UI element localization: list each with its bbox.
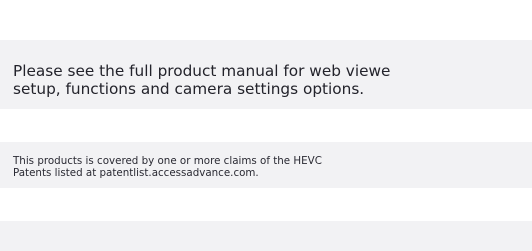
manual-notice-line-2: setup, functions and camera settings opt… bbox=[13, 80, 365, 98]
manual-notice-line-1: Please see the full product manual for w… bbox=[13, 62, 391, 80]
manual-notice-panel: Please see the full product manual for w… bbox=[0, 40, 532, 109]
patent-notice-line-1: This products is covered by one or more … bbox=[13, 155, 322, 167]
patent-notice-line-2: Patents listed at patentlist.accessadvan… bbox=[13, 166, 259, 179]
manual-notice-text: Please see the full product manual for w… bbox=[13, 62, 532, 98]
patent-notice-text: This products is covered by one or more … bbox=[13, 155, 532, 179]
footer-panel bbox=[0, 221, 532, 251]
patent-notice-panel: This products is covered by one or more … bbox=[0, 142, 532, 188]
page: Please see the full product manual for w… bbox=[0, 0, 532, 251]
